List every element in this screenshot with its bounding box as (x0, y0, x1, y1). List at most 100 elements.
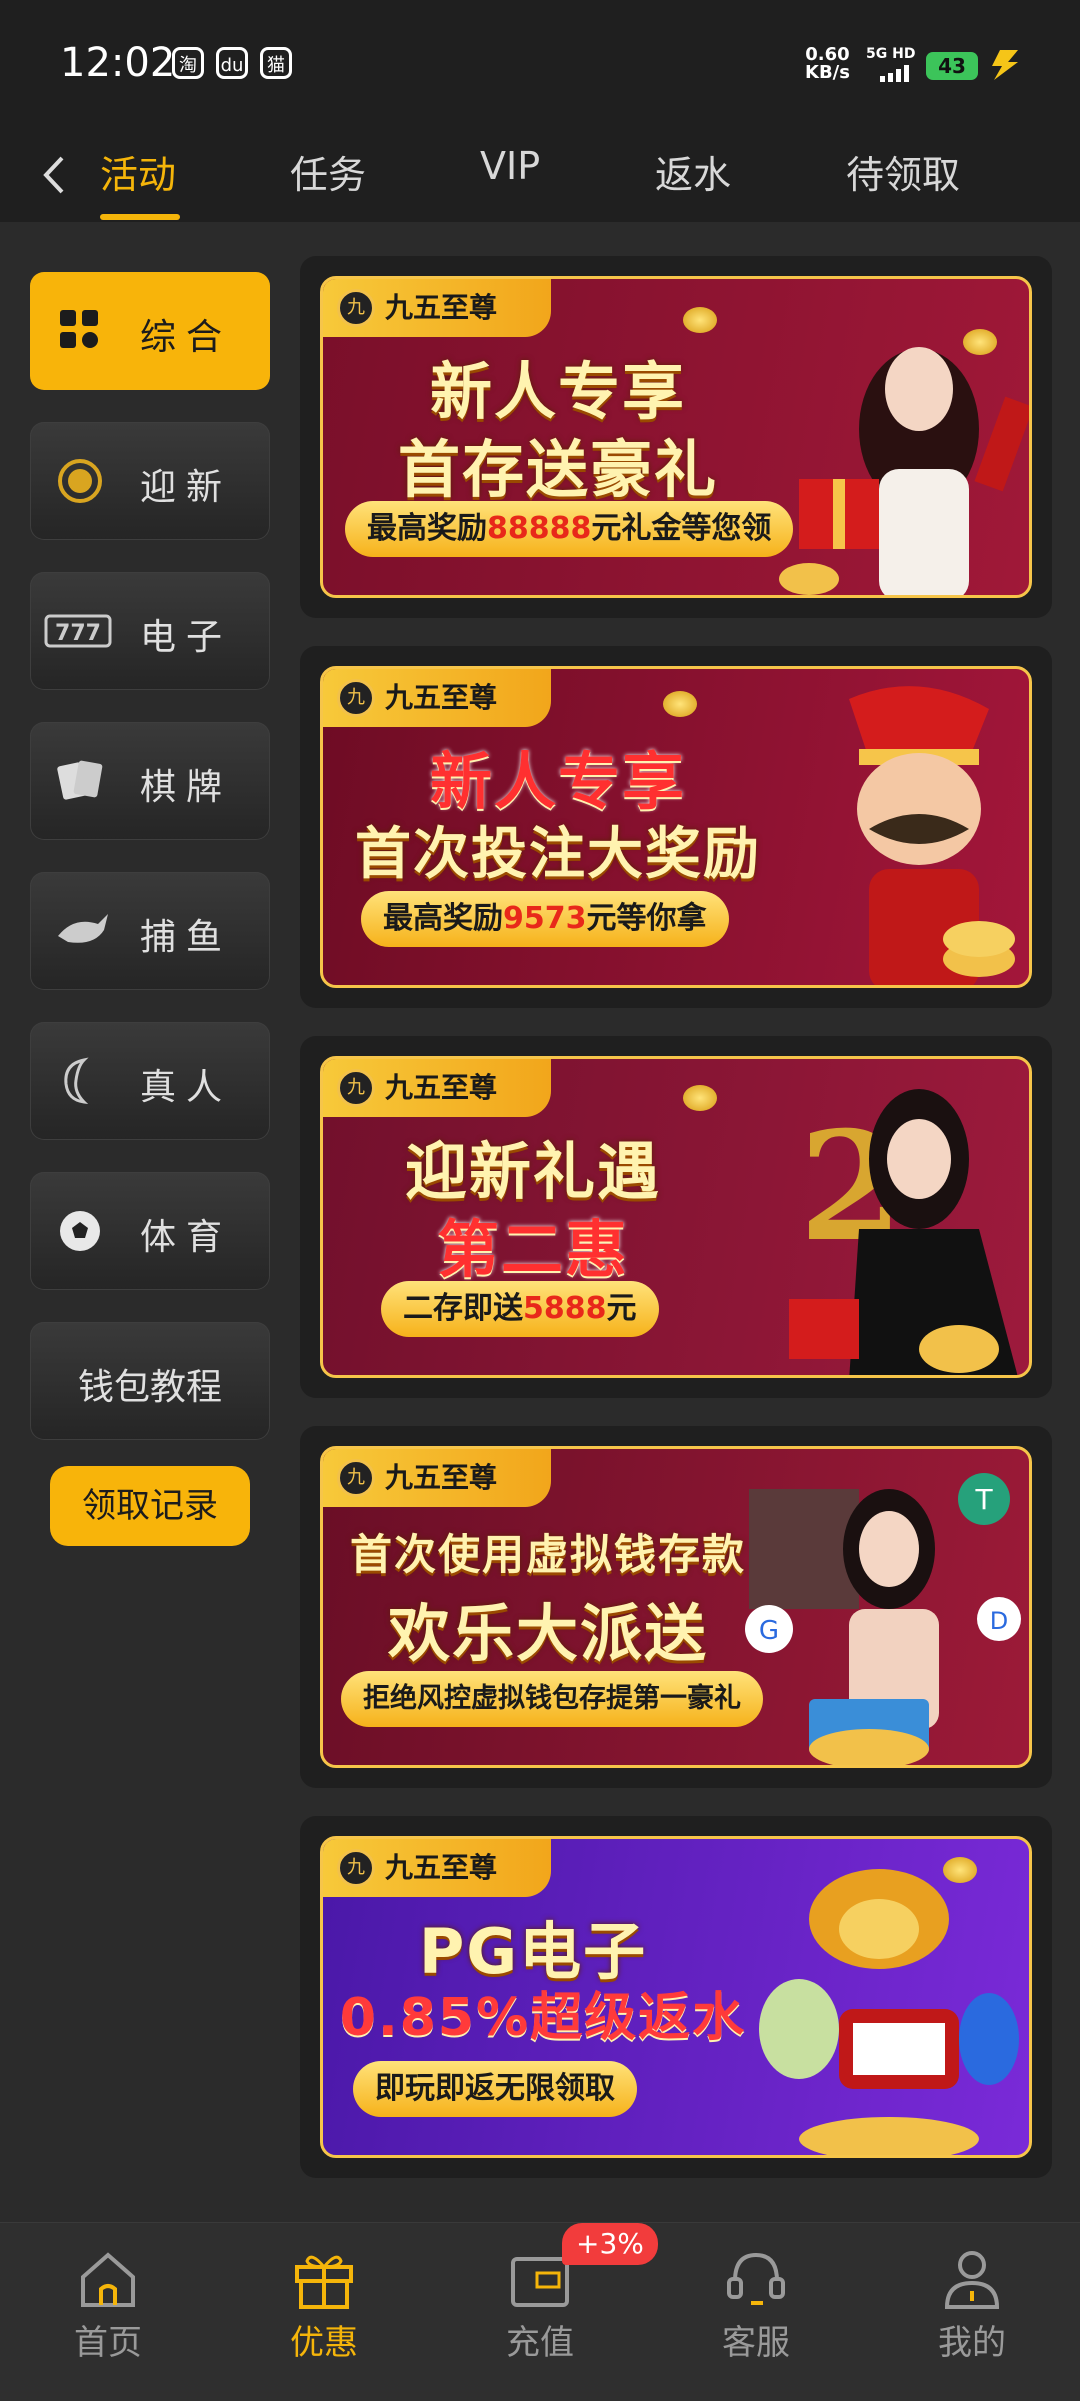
gift-icon (295, 2255, 353, 2309)
network-speed: 0.60 KB/s (805, 46, 850, 82)
network-type: 5G HD (866, 46, 916, 62)
sidebar-item-label: 棋牌 (140, 767, 233, 808)
cards-icon (57, 760, 103, 800)
svg-text:T: T (974, 1483, 993, 1516)
offer-text-suffix: 元 (606, 1291, 637, 1326)
promo-banner[interactable]: 九五至尊 九 新人专享 首次投注大奖励 最高奖励9573元等你拿 (320, 666, 1032, 988)
grid-icon (60, 310, 98, 348)
shark-icon (58, 914, 108, 943)
tab-rebate[interactable]: 返水 (655, 144, 731, 199)
banner-headline: 新人专享 (429, 745, 686, 818)
promo-card-2[interactable]: 九五至尊 九 新人专享 首次投注大奖励 最高奖励9573元等你拿 (300, 646, 1052, 1008)
model-with-crypto-illustration: T G D (745, 1473, 1021, 1765)
nav-support[interactable]: 客服 (696, 2245, 816, 2364)
mascot-with-coins-illustration (849, 686, 1015, 985)
sidebar-item-cards[interactable]: 棋牌 (30, 722, 270, 840)
sidebar-item-all[interactable]: 综合 (30, 272, 270, 390)
sidebar-item-label: 体育 (140, 1217, 233, 1258)
sidebar-item-live[interactable]: 真人 (30, 1022, 270, 1140)
svg-text:G: G (759, 1616, 779, 1646)
banner-subheadline: 首次投注大奖励 (355, 822, 761, 887)
banner-headline: 迎新礼遇 (404, 1135, 661, 1208)
promo-banner[interactable]: 九五至尊 九 PG电子 0.85%超级返水 即玩即返无限领取 (320, 1836, 1032, 2158)
tab-bar: 活动 任务 VIP 返水 待领取 (0, 130, 1080, 222)
offer-text: 拒绝风控虚拟钱包存提第一豪礼 (363, 1683, 741, 1714)
offer-text: 最高奖励 (367, 511, 487, 546)
charging-bolt-icon (992, 50, 1018, 80)
tab-tasks[interactable]: 任务 (290, 144, 366, 199)
nav-promotions[interactable]: 优惠 (264, 2245, 384, 2364)
model-with-gift-illustration (779, 347, 1029, 595)
sidebar-item-label: 迎新 (140, 467, 233, 508)
banner-subheadline: 首存送豪礼 (397, 433, 718, 506)
nav-label: 首页 (74, 2323, 142, 2363)
banner-offer-pill: 最高奖励9573元等你拿 (361, 891, 729, 947)
brand-name: 九五至尊 (385, 1071, 498, 1104)
tab-activity[interactable]: 活动 (100, 144, 176, 199)
promo-card-5[interactable]: 九五至尊 九 PG电子 0.85%超级返水 即玩即返无限领取 (300, 1816, 1052, 2178)
banner-subheadline: 欢乐大派送 (387, 1597, 708, 1670)
promo-card-1[interactable]: 九五至尊 九 新人专享 首存送豪礼 最高奖励88888元礼金等您领 (300, 256, 1052, 618)
brand-name: 九五至尊 (385, 1851, 498, 1884)
status-bar: 12:02 淘 du 猫 0.60 KB/s 5G HD 43 (0, 0, 1080, 130)
promo-banner[interactable]: 九五至尊 九 首次使用虚拟钱存款 欢乐大派送 拒绝风控虚拟钱包存提第一豪礼 T … (320, 1446, 1032, 1768)
sidebar-item-fishing[interactable]: 捕鱼 (30, 872, 270, 990)
back-arrow-icon[interactable] (34, 150, 78, 200)
soccer-ball-icon (60, 1211, 100, 1251)
active-tab-indicator (100, 214, 180, 220)
pg-mascots-illustration (759, 1869, 1019, 2155)
banner-offer-pill: 二存即送5888元 (381, 1281, 659, 1337)
offer-text: 即玩即返无限领取 (375, 2071, 615, 2106)
brand-logo-icon: 九 (337, 1069, 375, 1107)
nav-profile[interactable]: 我的 (912, 2245, 1032, 2364)
sidebar-item-label: 钱包教程 (77, 1367, 222, 1408)
banner-subheadline: 0.85%超级返水 (323, 1975, 763, 2050)
sidebar-item-sports[interactable]: 体育 (30, 1172, 270, 1290)
sidebar-item-welcome[interactable]: 迎新 (30, 422, 270, 540)
signal-icon (880, 65, 909, 82)
offer-text: 二存即送 (403, 1291, 523, 1326)
offer-amount: 5888 (523, 1291, 607, 1326)
sidebar-item-wallet-tutorial[interactable]: 钱包教程 (30, 1322, 270, 1440)
bottom-navigation: 首页 优惠 充值 +3% 客服 我的 (0, 2222, 1080, 2401)
tab-pending[interactable]: 待领取 (846, 144, 960, 199)
promo-banner[interactable]: 九五至尊 九 新人专享 首存送豪礼 最高奖励88888元礼金等您领 (320, 276, 1032, 598)
claim-records-button[interactable]: 领取记录 (50, 1466, 250, 1546)
user-icon (944, 2251, 1000, 2309)
nav-home[interactable]: 首页 (48, 2245, 168, 2364)
speed-unit: KB/s (805, 62, 850, 83)
tab-vip[interactable]: VIP (480, 144, 540, 188)
banner-offer-pill: 即玩即返无限领取 (353, 2061, 637, 2117)
offer-amount: 88888 (487, 511, 592, 546)
brand-logo-icon: 九 (337, 289, 375, 327)
brand-logo-icon: 九 (337, 679, 375, 717)
deposit-bonus-badge: +3% (562, 2223, 658, 2265)
model-with-gold-illustration: 2 (789, 1089, 1018, 1375)
brand-name: 九五至尊 (385, 291, 498, 324)
promo-card-3[interactable]: 九五至尊 九 迎新礼遇 第二惠 二存即送5888元 2 (300, 1036, 1052, 1398)
brand-name: 九五至尊 (385, 1461, 498, 1494)
nav-label: 充值 (506, 2323, 574, 2363)
offer-text: 最高奖励 (383, 901, 503, 936)
home-icon (81, 2252, 135, 2307)
sidebar-item-slots[interactable]: 777 电子 (30, 572, 270, 690)
nav-label: 我的 (938, 2323, 1006, 2363)
promo-banner[interactable]: 九五至尊 九 迎新礼遇 第二惠 二存即送5888元 2 (320, 1056, 1032, 1378)
status-time: 12:02 (60, 40, 176, 86)
coin-logo-icon (58, 459, 102, 503)
brand-logo-icon: 九 (337, 1459, 375, 1497)
du-app-icon: du (216, 47, 248, 79)
banner-headline: 首次使用虚拟钱存款 (349, 1530, 746, 1579)
offer-text-suffix: 元等你拿 (586, 901, 707, 936)
offer-amount: 9573 (503, 901, 587, 936)
nav-label: 客服 (722, 2323, 790, 2363)
svg-text:777: 777 (55, 621, 101, 646)
svg-text:D: D (990, 1607, 1008, 1635)
banner-offer-pill: 拒绝风控虚拟钱包存提第一豪礼 (341, 1671, 763, 1727)
sidebar-item-label: 综合 (140, 317, 233, 358)
banner-subheadline: 第二惠 (436, 1213, 629, 1286)
sidebar-item-label: 真人 (140, 1067, 233, 1108)
sidebar-item-label: 电子 (140, 617, 233, 658)
promo-card-4[interactable]: 九五至尊 九 首次使用虚拟钱存款 欢乐大派送 拒绝风控虚拟钱包存提第一豪礼 T … (300, 1426, 1052, 1788)
face-icon (64, 1057, 89, 1105)
